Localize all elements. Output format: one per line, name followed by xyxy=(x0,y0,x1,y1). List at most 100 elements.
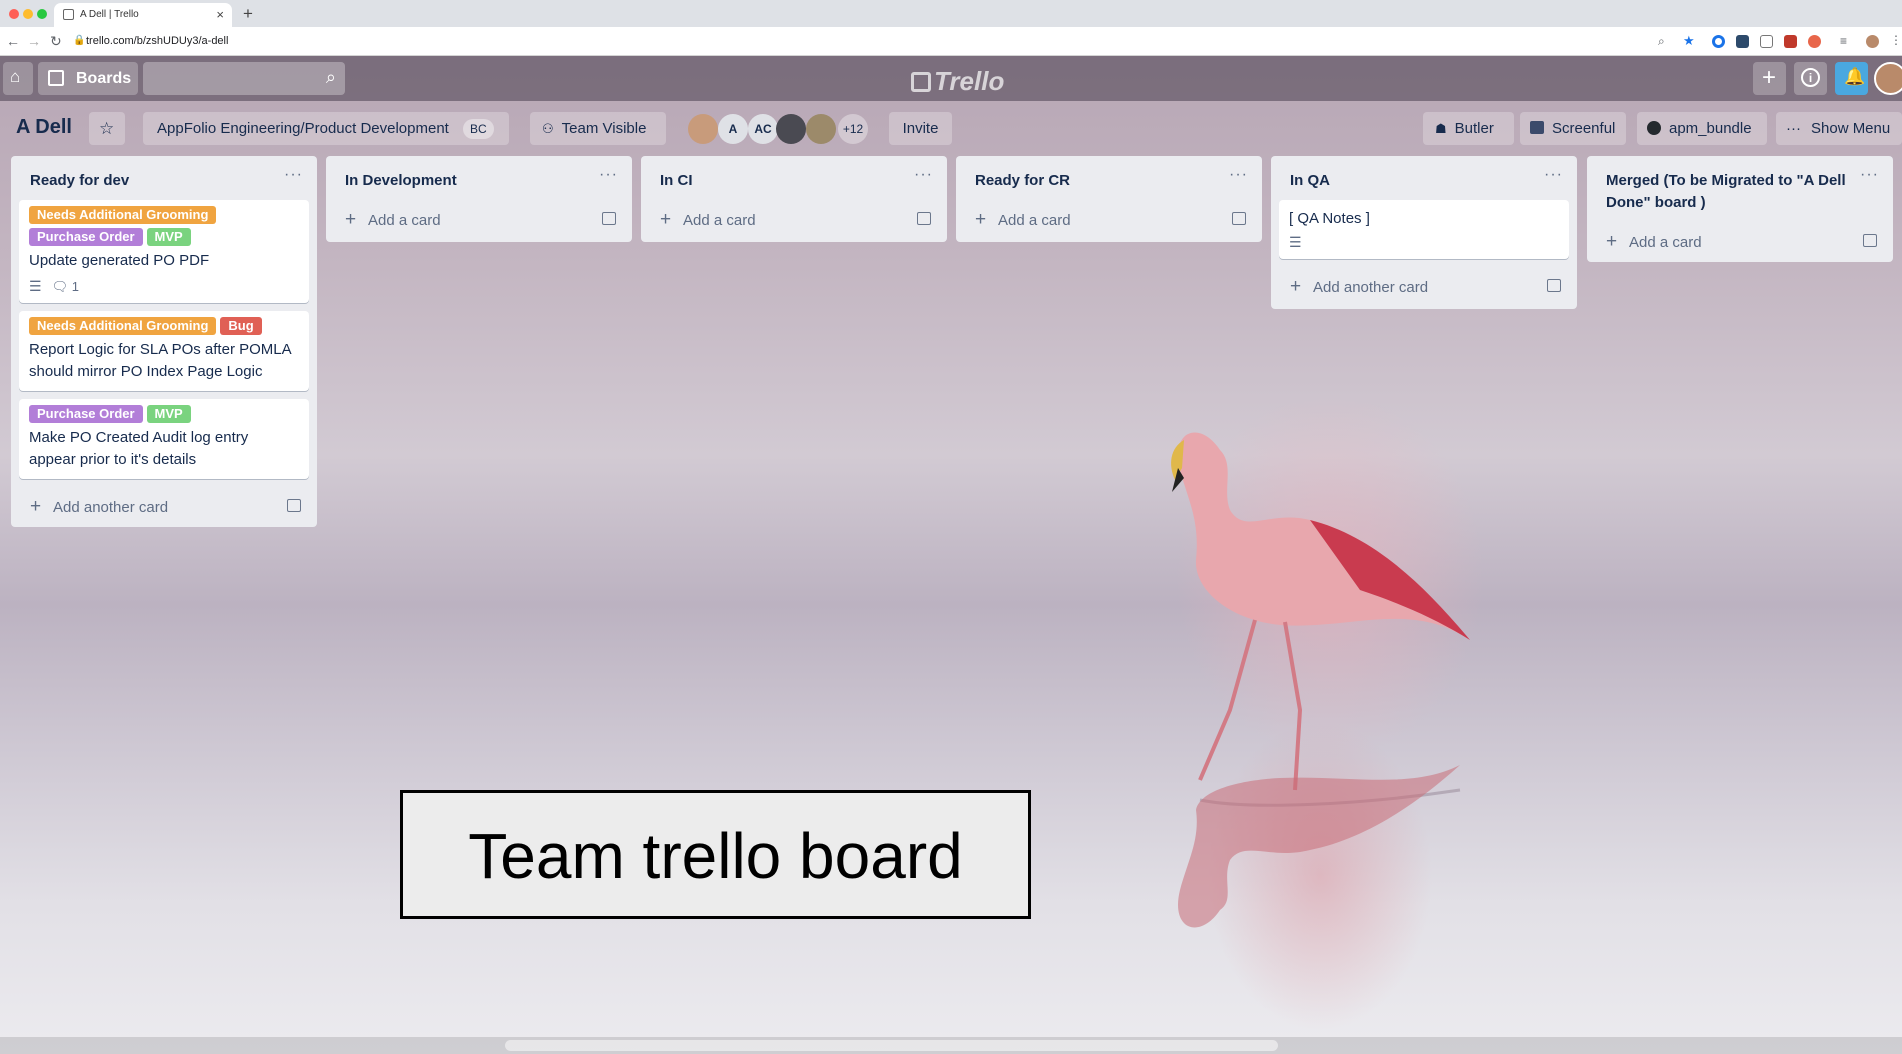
browser-tab-bar: A Dell | Trello × + xyxy=(0,0,1902,27)
list-in-qa: In QA ··· [ QA Notes ] ☰ + Add another c… xyxy=(1271,156,1577,309)
user-avatar[interactable] xyxy=(1874,62,1902,95)
apm-bundle-label: apm_bundle xyxy=(1669,120,1752,137)
team-visible-icon: ⚇ xyxy=(542,121,554,136)
add-card-label: Add another card xyxy=(53,499,169,516)
list-title[interactable]: Ready for CR xyxy=(975,170,1070,192)
extension-icon[interactable] xyxy=(1784,35,1797,48)
add-card-button[interactable]: + Add another card xyxy=(11,487,317,527)
card[interactable]: [ QA Notes ] ☰ xyxy=(1279,200,1569,259)
board-title[interactable]: A Dell xyxy=(16,116,72,139)
list-title[interactable]: In Development xyxy=(345,170,457,192)
address-bar: ← → ↻ 🔒 trello.com/b/zshUDUy3/a-dell ⌕ ★… xyxy=(0,27,1902,56)
card-title: Report Logic for SLA POs after POMLA sho… xyxy=(29,341,291,380)
bookmark-star-icon[interactable]: ★ xyxy=(1683,33,1695,49)
add-card-label: Add a card xyxy=(998,212,1071,229)
flamingo-image xyxy=(1171,432,1470,928)
label-bug[interactable]: Bug xyxy=(220,317,262,335)
screenful-label: Screenful xyxy=(1552,120,1616,137)
url-field[interactable]: trello.com/b/zshUDUy3/a-dell xyxy=(86,35,228,47)
more-members-badge[interactable]: +12 xyxy=(838,114,868,144)
show-menu-button[interactable]: ··· Show Menu xyxy=(1776,112,1902,145)
trello-logo[interactable]: Trello xyxy=(911,66,1004,97)
list-title[interactable]: Merged (To be Migrated to "A Dell Done" … xyxy=(1606,170,1846,214)
card-template-icon[interactable] xyxy=(917,212,931,225)
list-title[interactable]: Ready for dev xyxy=(30,170,129,192)
add-card-label: Add another card xyxy=(1313,279,1429,296)
butler-button[interactable]: ☗ Butler xyxy=(1423,112,1514,145)
list-menu-icon[interactable]: ··· xyxy=(914,166,933,184)
add-card-button[interactable]: + Add a card xyxy=(641,200,947,242)
star-board-button[interactable]: ☆ xyxy=(89,112,125,145)
boards-button[interactable]: Boards xyxy=(38,62,138,95)
list-title[interactable]: In CI xyxy=(660,170,693,192)
browser-menu-icon[interactable]: ⋮ xyxy=(1890,33,1902,47)
card[interactable]: Needs Additional Grooming Bug Report Log… xyxy=(19,311,309,391)
add-card-button[interactable]: + Add a card xyxy=(956,200,1262,242)
extension-icon[interactable] xyxy=(1736,35,1749,48)
trello-favicon-icon xyxy=(63,9,74,20)
screenful-button[interactable]: Screenful xyxy=(1520,112,1626,145)
team-badge: BC xyxy=(463,119,494,139)
card-template-icon[interactable] xyxy=(1863,234,1877,247)
back-arrow-icon[interactable]: ← xyxy=(6,33,20,49)
scrollbar-thumb[interactable] xyxy=(505,1040,1278,1051)
invite-button[interactable]: Invite xyxy=(889,112,952,145)
add-card-button[interactable]: + Add a card xyxy=(326,200,632,242)
add-card-button[interactable]: + Add another card xyxy=(1271,267,1577,309)
browser-tab[interactable]: A Dell | Trello × xyxy=(54,3,232,27)
comments-badge: 🗨 1 xyxy=(52,279,79,295)
add-card-label: Add a card xyxy=(1629,234,1702,251)
notifications-button[interactable]: 🔔 xyxy=(1835,62,1868,95)
profile-avatar[interactable] xyxy=(1866,35,1879,48)
close-window-button[interactable] xyxy=(9,9,19,19)
label-purchase-order[interactable]: Purchase Order xyxy=(29,228,143,246)
label-mvp[interactable]: MVP xyxy=(146,405,191,423)
card-title: Update generated PO PDF xyxy=(29,252,210,269)
zoom-icon[interactable]: ⌕ xyxy=(1658,34,1665,49)
list-menu-icon[interactable]: ··· xyxy=(599,166,618,184)
maximize-window-button[interactable] xyxy=(37,9,47,19)
add-card-button[interactable]: + Add a card xyxy=(1587,222,1893,262)
home-button[interactable]: ⌂ xyxy=(3,62,33,95)
extension-icon[interactable] xyxy=(1808,35,1821,48)
label-mvp[interactable]: MVP xyxy=(146,228,191,246)
new-tab-button[interactable]: + xyxy=(243,4,253,24)
list-title[interactable]: In QA xyxy=(1290,170,1330,192)
member-avatar[interactable] xyxy=(688,114,718,144)
team-button[interactable]: AppFolio Engineering/Product Development… xyxy=(143,112,509,145)
visibility-button[interactable]: ⚇ Team Visible xyxy=(530,112,666,145)
reading-list-icon[interactable]: ≡ xyxy=(1840,34,1847,48)
card-template-icon[interactable] xyxy=(1547,279,1561,292)
member-avatar[interactable] xyxy=(776,114,806,144)
member-avatar[interactable]: A xyxy=(718,114,748,144)
apm-bundle-button[interactable]: apm_bundle xyxy=(1637,112,1767,145)
card-title: [ QA Notes ] xyxy=(1289,210,1370,227)
list-menu-icon[interactable]: ··· xyxy=(1229,166,1248,184)
label-needs-additional-grooming[interactable]: Needs Additional Grooming xyxy=(29,206,217,224)
minimize-window-button[interactable] xyxy=(23,9,33,19)
reload-icon[interactable]: ↻ xyxy=(50,33,62,50)
label-purchase-order[interactable]: Purchase Order xyxy=(29,405,143,423)
search-input[interactable]: ⌕ xyxy=(143,62,345,95)
caption-text: Team trello board xyxy=(468,820,963,892)
card-template-icon[interactable] xyxy=(602,212,616,225)
list-menu-icon[interactable]: ··· xyxy=(1544,166,1563,184)
extension-icon[interactable] xyxy=(1712,35,1725,48)
team-name: AppFolio Engineering/Product Development xyxy=(157,120,449,137)
list-menu-icon[interactable]: ··· xyxy=(284,166,303,184)
extension-icon[interactable] xyxy=(1760,35,1773,48)
tab-close-icon[interactable]: × xyxy=(216,7,224,22)
list-in-ci: In CI ··· + Add a card xyxy=(641,156,947,242)
member-avatar[interactable]: AC xyxy=(748,114,778,144)
info-button[interactable]: i xyxy=(1794,62,1827,95)
card-template-icon[interactable] xyxy=(1232,212,1246,225)
forward-arrow-icon[interactable]: → xyxy=(27,33,41,49)
card-template-icon[interactable] xyxy=(287,499,301,512)
add-card-label: Add a card xyxy=(368,212,441,229)
member-avatar[interactable] xyxy=(806,114,836,144)
label-needs-additional-grooming[interactable]: Needs Additional Grooming xyxy=(29,317,217,335)
card[interactable]: Purchase Order MVP Make PO Created Audit… xyxy=(19,399,309,479)
card[interactable]: Needs Additional Grooming Purchase Order… xyxy=(19,200,309,303)
list-menu-icon[interactable]: ··· xyxy=(1860,166,1879,184)
create-button[interactable]: + xyxy=(1753,62,1786,95)
